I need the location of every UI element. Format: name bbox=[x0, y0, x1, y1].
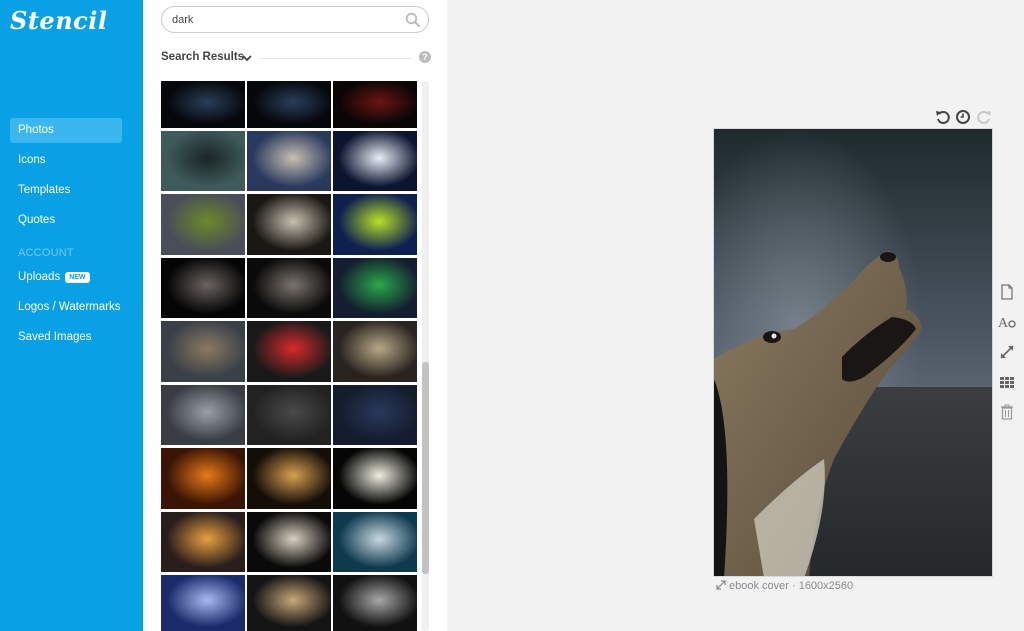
thumbnail-wolf-behind-fence[interactable] bbox=[333, 385, 417, 445]
history-icon[interactable] bbox=[955, 109, 971, 125]
thumbnail-lake-sunset-clouds[interactable] bbox=[247, 131, 331, 191]
thumbnail-diver-dark[interactable] bbox=[247, 385, 331, 445]
thumbnail-woman-shadow-face[interactable] bbox=[161, 258, 245, 318]
thumbnail-wine-glasses[interactable] bbox=[333, 81, 417, 128]
thumbnail-steel-wool-spiral[interactable] bbox=[247, 448, 331, 509]
thumbnail-woman-hair-bw[interactable] bbox=[333, 575, 417, 631]
howling-dog-image bbox=[714, 129, 992, 576]
sidebar-item-quotes[interactable]: Quotes bbox=[10, 208, 122, 233]
divider bbox=[259, 58, 411, 59]
thumbnail-teddy-bear-silhouette[interactable] bbox=[247, 194, 331, 255]
text-icon[interactable]: A bbox=[998, 313, 1016, 331]
thumbnail-smoke-wisps[interactable] bbox=[247, 81, 331, 128]
resize-icon[interactable] bbox=[998, 343, 1016, 361]
expand-icon[interactable] bbox=[716, 580, 726, 590]
thumbnail-cloudscape-teal[interactable] bbox=[333, 512, 417, 572]
grid-icon[interactable] bbox=[998, 373, 1016, 391]
redo-icon[interactable] bbox=[976, 109, 992, 125]
thumbnail-lightning-night[interactable] bbox=[161, 575, 245, 631]
thumbnail-howling-dog[interactable] bbox=[161, 321, 245, 382]
search-results-header: Search Results ? bbox=[161, 50, 431, 66]
sidebar-item-logos-watermarks[interactable]: Logos / Watermarks bbox=[10, 295, 122, 320]
new-document-icon[interactable] bbox=[998, 283, 1016, 301]
sidebar-nav: Photos Icons Templates Quotes ACCOUNT Up… bbox=[10, 118, 122, 355]
sidebar-item-icons[interactable]: Icons bbox=[10, 148, 122, 173]
thumbnail-snowdrop-flower[interactable] bbox=[333, 448, 417, 509]
sidebar-item-photos[interactable]: Photos bbox=[10, 118, 122, 143]
canvas-caption[interactable]: ebook cover · 1600x2560 bbox=[716, 580, 853, 592]
search-box bbox=[161, 6, 429, 33]
chevron-down-icon[interactable] bbox=[241, 51, 253, 63]
sidebar-item-saved-images[interactable]: Saved Images bbox=[10, 325, 122, 350]
canvas-size-label: ebook cover · 1600x2560 bbox=[729, 580, 854, 592]
thumbnail-smoker-lighter[interactable] bbox=[161, 512, 245, 572]
search-results-title[interactable]: Search Results bbox=[161, 51, 244, 63]
thumbnail-candle-smoke[interactable] bbox=[333, 131, 417, 191]
thumbnail-aurora-horizon[interactable] bbox=[333, 258, 417, 318]
sidebar-item-templates[interactable]: Templates bbox=[10, 178, 122, 203]
stencil-logo[interactable]: Stencil bbox=[10, 6, 107, 35]
search-input[interactable] bbox=[172, 12, 392, 28]
account-section-label: ACCOUNT bbox=[18, 247, 74, 259]
sidebar: Stencil Photos Icons Templates Quotes AC… bbox=[0, 0, 143, 631]
thumbnail-skull-bottles[interactable] bbox=[247, 512, 331, 572]
thumbnail-woman-black-dress-rose[interactable] bbox=[247, 575, 331, 631]
thumbnail-grey-clouds[interactable] bbox=[161, 385, 245, 445]
scrollbar-thumb[interactable] bbox=[422, 362, 429, 574]
canvas-design[interactable] bbox=[713, 128, 993, 577]
search-panel: Search Results ? bbox=[143, 0, 447, 631]
results-grid bbox=[161, 81, 419, 631]
thumbnail-forest-fire[interactable] bbox=[161, 448, 245, 509]
thumbnail-skull-books[interactable] bbox=[333, 321, 417, 382]
new-badge: NEW bbox=[65, 272, 90, 283]
help-icon[interactable]: ? bbox=[419, 51, 431, 63]
thumbnail-bare-tree[interactable] bbox=[161, 131, 245, 191]
sidebar-item-uploads[interactable]: Uploads NEW bbox=[10, 265, 122, 290]
thumbnail-berries-bowl[interactable] bbox=[247, 321, 331, 382]
thumbnail-smoke-wisps[interactable] bbox=[161, 81, 245, 128]
thumbnail-storm-clouds-field[interactable] bbox=[161, 194, 245, 255]
svg-text:A: A bbox=[998, 316, 1009, 331]
thumbnail-man-portrait-dark[interactable] bbox=[247, 258, 331, 318]
thumbnail-green-lamp[interactable] bbox=[333, 194, 417, 255]
undo-icon[interactable] bbox=[935, 109, 951, 125]
uploads-label: Uploads bbox=[18, 271, 61, 283]
trash-icon[interactable] bbox=[998, 403, 1016, 421]
search-icon[interactable] bbox=[405, 12, 421, 28]
canvas-side-toolbar: A bbox=[998, 283, 1016, 433]
